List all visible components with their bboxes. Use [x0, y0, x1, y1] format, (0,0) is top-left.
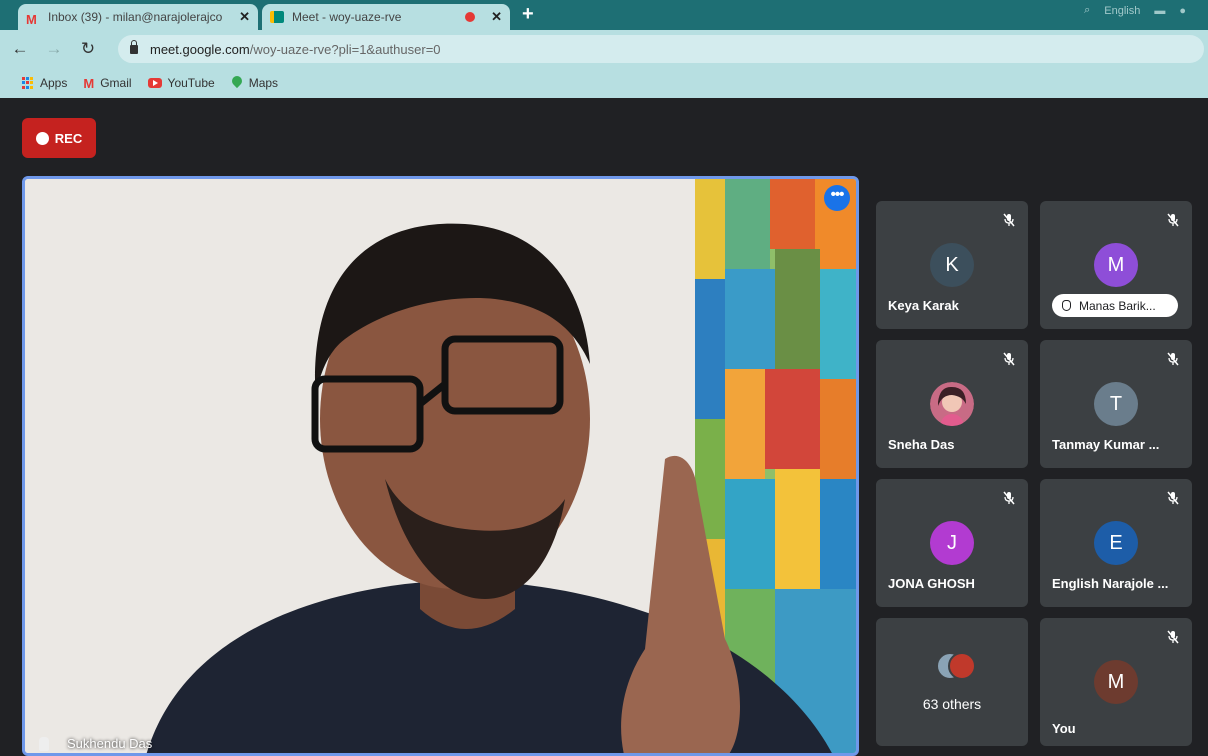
mic-off-icon [1167, 630, 1179, 644]
main-speaker-video[interactable]: ••• Sukhendu Das [22, 176, 859, 756]
bookmark-label: Maps [248, 76, 279, 90]
avatar: M [1094, 243, 1138, 287]
address-bar: ← → ↻ meet.google.com/woy-uaze-rve?pli=1… [0, 30, 1208, 68]
back-arrow-icon[interactable]: ← [6, 39, 34, 59]
lock-icon[interactable] [130, 39, 138, 54]
more-options-icon[interactable]: ••• [824, 185, 850, 211]
speaker-video-frame [25, 179, 856, 753]
participant-name: Sneha Das [888, 437, 955, 452]
tab-google-meet[interactable]: Meet - woy-uaze-rve ✕ [262, 4, 510, 30]
participant-tile-you[interactable]: M You [1040, 618, 1192, 746]
bookmark-gmail[interactable]: M Gmail [83, 76, 131, 91]
reload-icon[interactable]: ↻ [74, 39, 102, 59]
recording-button[interactable]: REC [22, 118, 96, 158]
speaker-name-label: Sukhendu Das [39, 736, 152, 751]
bookmarks-bar: Apps M Gmail YouTube Maps [0, 68, 1208, 98]
window-controls: ⌕ English ▬ ● [1084, 4, 1186, 17]
mic-off-icon [1003, 213, 1015, 227]
participant-name: English Narajole ... [1052, 576, 1169, 591]
gmail-icon: M [26, 11, 37, 27]
raised-hand-badge: Manas Barik... [1052, 294, 1178, 317]
forward-arrow-icon[interactable]: → [40, 39, 68, 59]
recording-label: REC [54, 130, 83, 146]
search-icon[interactable]: ⌕ [1084, 4, 1090, 17]
avatar: K [930, 243, 974, 287]
participant-name: Keya Karak [888, 298, 959, 313]
url-input[interactable]: meet.google.com/woy-uaze-rve?pli=1&authu… [118, 35, 1204, 63]
participant-tile-keya-karak[interactable]: K Keya Karak [876, 201, 1028, 329]
raised-hand-icon [1062, 300, 1071, 311]
participant-name: JONA GHOSH [888, 576, 975, 591]
minimize-icon[interactable]: ▬ [1154, 5, 1165, 17]
avatar-photo [930, 382, 974, 426]
bookmark-label: YouTube [167, 76, 215, 90]
browser-tab-bar: M Inbox (39) - milan@narajolerajco ✕ Mee… [0, 0, 1208, 30]
new-tab-button[interactable]: + [522, 3, 534, 26]
avatar: T [1094, 382, 1138, 426]
speaker-name: Sukhendu Das [67, 736, 153, 751]
youtube-icon [147, 78, 162, 88]
participant-tile-manas-barik[interactable]: M Manas Barik... [1040, 201, 1192, 329]
url-path: /woy-uaze-rve?pli=1&authuser=0 [249, 41, 441, 57]
meet-icon [270, 11, 284, 23]
participant-tile-tanmay-kumar[interactable]: T Tanmay Kumar ... [1040, 340, 1192, 468]
others-count-label: 63 others [922, 696, 982, 712]
participant-tile-sneha-das[interactable]: Sneha Das [876, 340, 1028, 468]
participant-tile-english-narajole[interactable]: E English Narajole ... [1040, 479, 1192, 607]
participant-tile-others[interactable]: 63 others [876, 618, 1028, 746]
bookmark-label: Apps [40, 76, 68, 90]
pin-icon[interactable] [39, 736, 49, 751]
record-dot-icon [35, 131, 49, 145]
avatar: E [1094, 521, 1138, 565]
participant-name: You [1052, 721, 1076, 736]
recording-indicator-icon [465, 12, 476, 22]
bookmark-label: Gmail [100, 76, 132, 90]
profile-label[interactable]: English [1104, 5, 1140, 17]
close-tab-icon[interactable]: ✕ [491, 9, 502, 25]
tab-title: Inbox (39) - milan@narajolerajco [48, 10, 223, 24]
maps-pin-icon [231, 76, 243, 90]
account-icon[interactable]: ● [1179, 5, 1186, 17]
bookmark-maps[interactable]: Maps [231, 76, 278, 90]
mic-off-icon [1003, 491, 1015, 505]
gmail-icon: M [83, 75, 95, 91]
url-host: meet.google.com [150, 41, 250, 57]
bookmark-youtube[interactable]: YouTube [147, 76, 215, 90]
mic-off-icon [1167, 491, 1179, 505]
mic-off-icon [1167, 352, 1179, 366]
avatar: J [930, 521, 974, 565]
mic-off-icon [1167, 213, 1179, 227]
participant-name: Tanmay Kumar ... [1052, 437, 1160, 452]
others-avatar-stack [936, 652, 976, 680]
apps-grid-icon [22, 77, 34, 89]
participant-tile-jona-ghosh[interactable]: J JONA GHOSH [876, 479, 1028, 607]
mic-off-icon [1003, 352, 1015, 366]
meet-stage: REC ••• Sukhendu Das K Keya Karak Sneha … [0, 98, 1208, 756]
tab-gmail-inbox[interactable]: M Inbox (39) - milan@narajolerajco ✕ [18, 4, 258, 30]
bookmark-apps[interactable]: Apps [22, 76, 67, 90]
avatar: M [1094, 660, 1138, 704]
close-tab-icon[interactable]: ✕ [239, 9, 250, 25]
tab-title: Meet - woy-uaze-rve [292, 10, 402, 24]
participant-name: Manas Barik... [1079, 298, 1156, 313]
